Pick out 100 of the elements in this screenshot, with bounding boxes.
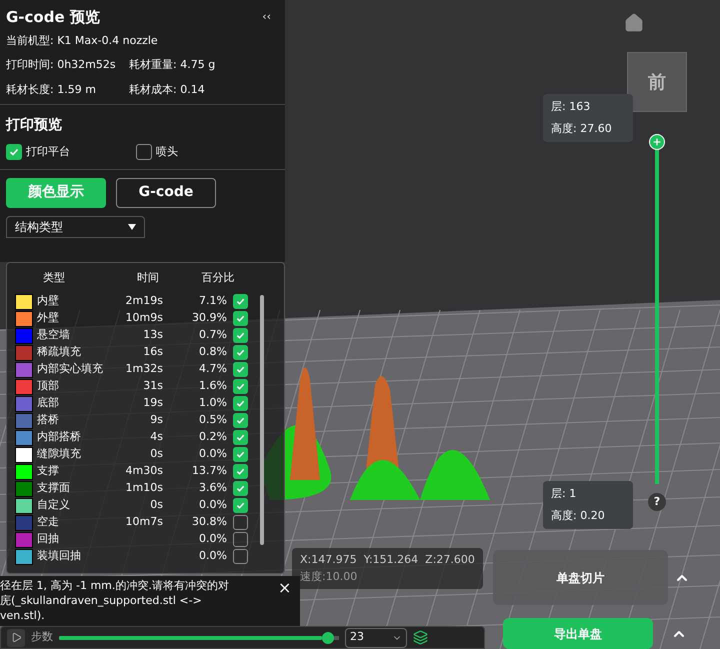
stat-label: 耗材长度: 1.59 m — [6, 82, 97, 98]
type-label: 稀疏填充 — [37, 344, 82, 360]
plus-icon — [652, 137, 662, 147]
step-label: 步数 — [31, 629, 53, 646]
type-label: 支撑面 — [37, 480, 71, 496]
time-value: 10m9s — [126, 311, 163, 324]
layer-text: 层: 163 — [551, 98, 592, 114]
time-value: 1m32s — [126, 362, 163, 376]
column-header: 时间 — [136, 270, 160, 286]
step-input[interactable]: 23 — [345, 628, 407, 648]
time-value: 4m30s — [126, 464, 163, 478]
type-label: 悬空墙 — [37, 327, 71, 344]
percent-value: 0.5% — [198, 412, 227, 428]
percent-value: 0.0% — [198, 531, 227, 548]
checkbox[interactable] — [233, 430, 248, 445]
time-value: 16s — [143, 345, 163, 358]
checkbox[interactable] — [233, 447, 248, 462]
type-label: 内壁 — [37, 293, 60, 310]
checkbox[interactable] — [233, 328, 248, 343]
percent-value: 0.2% — [198, 429, 227, 446]
collapse-button[interactable]: ‹‹ — [262, 9, 271, 26]
checkbox[interactable] — [136, 144, 152, 160]
checkbox[interactable] — [233, 379, 248, 394]
close-button[interactable]: × — [278, 578, 292, 598]
time-value: 19s — [143, 396, 163, 410]
percent-value: 0.0% — [198, 497, 227, 514]
percent-value: 7.1% — [198, 293, 227, 310]
percent-value: 0.0% — [198, 446, 227, 462]
checkbox[interactable] — [233, 549, 248, 564]
slice-button[interactable]: 单盘切片 — [493, 550, 668, 605]
time-value: 2m19s — [126, 294, 163, 308]
height-text: 高度: 0.20 — [551, 508, 606, 524]
percent-value: 30.9% — [191, 310, 227, 326]
type-label: 空走 — [37, 514, 60, 530]
machine-label: 当前机型: K1 Max-0.4 nozzle — [6, 32, 159, 48]
checkmark-icon — [9, 147, 19, 158]
time-value: 13s — [143, 328, 163, 342]
checkbox[interactable] — [6, 144, 22, 160]
type-label: 顶部 — [37, 378, 60, 394]
type-label: 内部实心填充 — [37, 361, 104, 378]
checkbox[interactable] — [233, 515, 248, 530]
checkbox[interactable] — [233, 498, 248, 513]
layer-text: 层: 1 — [551, 486, 578, 502]
stat-label: 打印时间: 0h32m52s — [6, 57, 117, 73]
checkbox[interactable] — [233, 311, 248, 326]
percent-value: 3.6% — [198, 480, 227, 496]
view-type-dropdown[interactable]: 结构类型 — [6, 216, 145, 238]
checkbox-label: 喷头 — [156, 144, 178, 160]
column-header: 类型 — [43, 270, 66, 286]
type-label: 底部 — [37, 395, 60, 412]
speed-text: 速度:10.00 — [300, 568, 358, 584]
mode-tab[interactable]: G-code — [116, 178, 216, 208]
percent-value: 1.0% — [198, 395, 227, 412]
time-value: 10m7s — [126, 515, 163, 528]
play-button[interactable] — [7, 628, 25, 646]
time-value: 0s — [150, 447, 163, 460]
percent-value: 4.7% — [198, 361, 227, 378]
time-value: 9s — [150, 413, 163, 426]
checkbox[interactable] — [233, 464, 248, 479]
time-value: 0s — [150, 498, 163, 512]
layers-icon[interactable] — [413, 630, 428, 645]
checkbox[interactable] — [233, 481, 248, 496]
toast-text: ven.stl). — [0, 608, 46, 623]
play-icon — [10, 632, 22, 643]
section-title: 打印预览 — [6, 116, 63, 135]
percent-value: 0.8% — [198, 344, 227, 360]
coordinates-text: X:147.975 Y:151.264 Z:27.600 — [300, 552, 475, 568]
checkbox[interactable] — [233, 532, 248, 547]
stat-label: 耗材成本: 0.14 — [129, 82, 206, 98]
type-label: 搭桥 — [37, 412, 60, 428]
checkbox[interactable] — [233, 362, 248, 377]
percent-value: 0.7% — [198, 327, 227, 344]
percent-value: 1.6% — [198, 378, 227, 394]
percent-value: 0.0% — [198, 548, 227, 564]
type-label: 外壁 — [37, 310, 60, 326]
percent-value: 30.8% — [191, 514, 227, 530]
checkbox[interactable] — [233, 413, 248, 428]
view-cube[interactable]: 前 — [627, 52, 687, 112]
toast-text: 庑(_skullandraven_supported.stl <-> — [0, 593, 203, 608]
checkbox[interactable] — [233, 396, 248, 411]
stat-label: 耗材重量: 4.75 g — [129, 57, 216, 73]
height-text: 高度: 27.60 — [551, 121, 613, 137]
type-label: 回抽 — [37, 531, 60, 548]
percent-value: 13.7% — [191, 463, 227, 480]
type-label: 装填回抽 — [37, 548, 82, 564]
checkbox[interactable] — [233, 345, 248, 360]
panel-title: G-code 预览 — [6, 7, 100, 28]
type-label: 缝隙填充 — [37, 446, 82, 462]
checkbox-label: 打印平台 — [26, 144, 70, 160]
type-label: 内部搭桥 — [37, 429, 82, 446]
toast-text: 径在层 1, 高为 -1 mm.的冲突.请将有冲突的对 — [0, 578, 230, 593]
time-value: 4s — [150, 430, 163, 444]
time-value: 31s — [143, 379, 163, 392]
slider-thumb[interactable] — [322, 632, 334, 644]
time-value: 1m10s — [126, 481, 163, 494]
column-header: 百分比 — [200, 270, 236, 286]
checkbox[interactable] — [233, 294, 248, 309]
type-label: 自定义 — [37, 497, 71, 514]
type-label: 支撑 — [37, 463, 60, 480]
caret-down-icon — [128, 224, 136, 230]
